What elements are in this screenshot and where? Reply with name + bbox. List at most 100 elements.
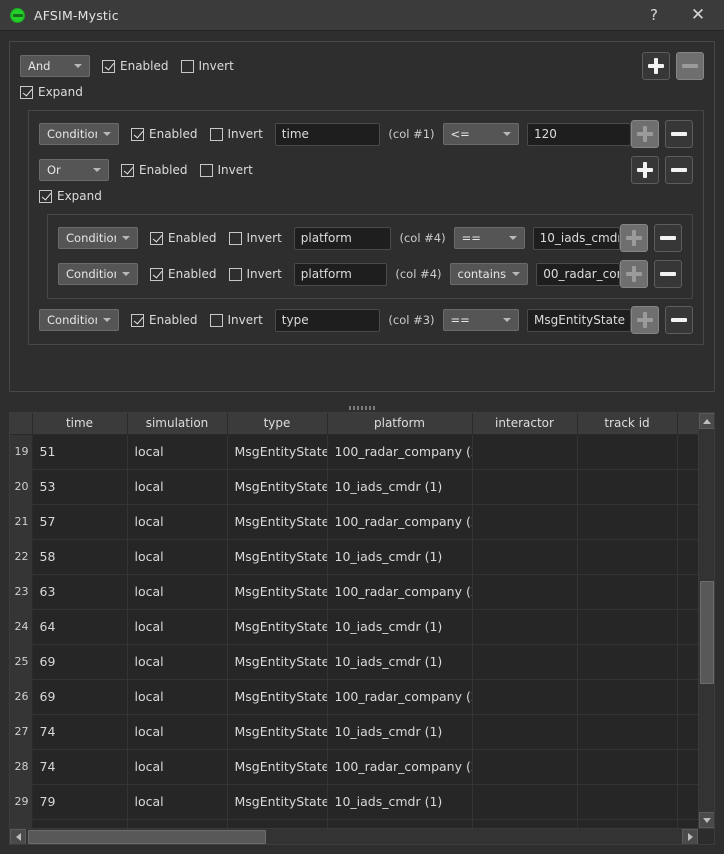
add-button-or[interactable] xyxy=(631,156,659,184)
operator-select-time[interactable]: <= xyxy=(442,123,520,145)
cell-type[interactable]: MsgEntityState xyxy=(227,644,328,680)
invert-checkbox-root[interactable]: Invert xyxy=(180,59,234,73)
row-number[interactable]: 22 xyxy=(10,539,33,575)
enabled-checkbox-time[interactable]: Enabled xyxy=(131,127,198,141)
cell-type[interactable]: MsgEntityState xyxy=(227,714,328,750)
cell-time[interactable]: 63 xyxy=(32,574,128,610)
enabled-checkbox-type[interactable]: Enabled xyxy=(131,313,198,327)
operator-select-platform-contains[interactable]: contains xyxy=(449,263,529,285)
cell-extra[interactable] xyxy=(677,679,698,715)
cell-simulation[interactable]: local xyxy=(127,609,228,645)
table-row[interactable]: 26 69 local MsgEntityState 100_radar_com… xyxy=(10,679,698,715)
row-number[interactable]: 27 xyxy=(10,714,33,750)
add-button-time[interactable] xyxy=(631,120,660,148)
cell-interactor[interactable] xyxy=(472,784,578,820)
column-header-interactor[interactable]: interactor xyxy=(472,413,578,435)
value-input-platform-eq[interactable]: 10_iads_cmdr (1) xyxy=(532,226,620,250)
cell-extra[interactable] xyxy=(677,574,698,610)
horizontal-scroll-track[interactable] xyxy=(26,828,682,844)
cell-trackid[interactable] xyxy=(577,574,678,610)
table-row[interactable]: 21 57 local MsgEntityState 100_radar_com… xyxy=(10,504,698,540)
add-button-type[interactable] xyxy=(631,306,660,334)
table-row[interactable]: 20 53 local MsgEntityState 10_iads_cmdr … xyxy=(10,469,698,505)
table-row[interactable]: 22 58 local MsgEntityState 10_iads_cmdr … xyxy=(10,539,698,575)
table-row[interactable]: 30 80 local MsgEntityState 100_radar_com… xyxy=(10,819,698,828)
cell-extra[interactable] xyxy=(677,784,698,820)
column-header-time[interactable]: time xyxy=(32,413,128,435)
cell-interactor[interactable] xyxy=(472,679,578,715)
cell-interactor[interactable] xyxy=(472,469,578,505)
cell-trackid[interactable] xyxy=(577,504,678,540)
invert-checkbox-or[interactable]: Invert xyxy=(199,163,253,177)
horizontal-scrollbar[interactable] xyxy=(10,828,714,844)
cell-time[interactable]: 80 xyxy=(32,819,128,828)
field-input-platform-eq[interactable]: platform xyxy=(293,226,392,250)
table-row[interactable]: 19 51 local MsgEntityState 100_radar_com… xyxy=(10,434,698,470)
cell-interactor[interactable] xyxy=(472,539,578,575)
cell-type[interactable]: MsgEntityState xyxy=(227,504,328,540)
cell-platform[interactable]: 10_iads_cmdr (1) xyxy=(327,644,473,680)
cell-interactor[interactable] xyxy=(472,609,578,645)
cell-trackid[interactable] xyxy=(577,784,678,820)
cell-simulation[interactable]: local xyxy=(127,679,228,715)
remove-button-or[interactable] xyxy=(665,156,693,184)
cell-simulation[interactable]: local xyxy=(127,819,228,828)
invert-checkbox-type[interactable]: Invert xyxy=(209,313,263,327)
cell-time[interactable]: 58 xyxy=(32,539,128,575)
add-button-platform-contains[interactable] xyxy=(620,260,648,288)
cell-simulation[interactable]: local xyxy=(127,469,228,505)
cell-platform[interactable]: 100_radar_company (2) xyxy=(327,574,473,610)
cell-extra[interactable] xyxy=(677,714,698,750)
cell-time[interactable]: 51 xyxy=(32,434,128,470)
column-header-simulation[interactable]: simulation xyxy=(127,413,228,435)
row-number[interactable]: 20 xyxy=(10,469,33,505)
scroll-down-button[interactable] xyxy=(698,812,714,828)
table-row[interactable]: 29 79 local MsgEntityState 10_iads_cmdr … xyxy=(10,784,698,820)
remove-button-platform-contains[interactable] xyxy=(654,260,682,288)
cell-trackid[interactable] xyxy=(577,469,678,505)
cell-type[interactable]: MsgEntityState xyxy=(227,539,328,575)
cell-interactor[interactable] xyxy=(472,644,578,680)
cell-platform[interactable]: 100_radar_company (2) xyxy=(327,679,473,715)
enabled-checkbox-or[interactable]: Enabled xyxy=(121,163,188,177)
row-number[interactable]: 23 xyxy=(10,574,33,610)
cell-interactor[interactable] xyxy=(472,819,578,828)
cell-simulation[interactable]: local xyxy=(127,434,228,470)
row-number[interactable]: 25 xyxy=(10,644,33,680)
value-input-type[interactable]: MsgEntityState xyxy=(527,308,632,332)
cell-interactor[interactable] xyxy=(472,714,578,750)
cell-simulation[interactable]: local xyxy=(127,504,228,540)
column-header-trackid[interactable]: track id xyxy=(577,413,678,435)
row-number[interactable]: 21 xyxy=(10,504,33,540)
cell-type[interactable]: MsgEntityState xyxy=(227,469,328,505)
invert-checkbox-platform-eq[interactable]: Invert xyxy=(228,231,282,245)
remove-button-type[interactable] xyxy=(665,306,694,334)
node-type-select-platform-contains[interactable]: Condition xyxy=(58,263,138,285)
scroll-up-button[interactable] xyxy=(698,413,714,429)
cell-interactor[interactable] xyxy=(472,504,578,540)
cell-simulation[interactable]: local xyxy=(127,574,228,610)
cell-extra[interactable] xyxy=(677,469,698,505)
cell-interactor[interactable] xyxy=(472,434,578,470)
node-type-select-platform-eq[interactable]: Condition xyxy=(58,227,138,249)
conjunction-select-or[interactable]: Or xyxy=(39,159,109,181)
remove-button-platform-eq[interactable] xyxy=(654,224,682,252)
help-button[interactable]: ? xyxy=(632,0,676,30)
cell-type[interactable]: MsgEntityState xyxy=(227,784,328,820)
remove-button-root[interactable] xyxy=(676,52,704,80)
table-row[interactable]: 25 69 local MsgEntityState 10_iads_cmdr … xyxy=(10,644,698,680)
add-button-root[interactable] xyxy=(642,52,670,80)
cell-platform[interactable]: 100_radar_company (2) xyxy=(327,749,473,785)
add-button-platform-eq[interactable] xyxy=(620,224,648,252)
cell-type[interactable]: MsgEntityState xyxy=(227,749,328,785)
cell-platform[interactable]: 10_iads_cmdr (1) xyxy=(327,539,473,575)
cell-trackid[interactable] xyxy=(577,434,678,470)
row-number[interactable]: 26 xyxy=(10,679,33,715)
column-header-type[interactable]: type xyxy=(227,413,328,435)
cell-time[interactable]: 74 xyxy=(32,749,128,785)
field-input-type[interactable]: type xyxy=(274,308,381,332)
cell-time[interactable]: 74 xyxy=(32,714,128,750)
cell-interactor[interactable] xyxy=(472,574,578,610)
field-input-time[interactable]: time xyxy=(274,122,381,146)
cell-extra[interactable] xyxy=(677,434,698,470)
